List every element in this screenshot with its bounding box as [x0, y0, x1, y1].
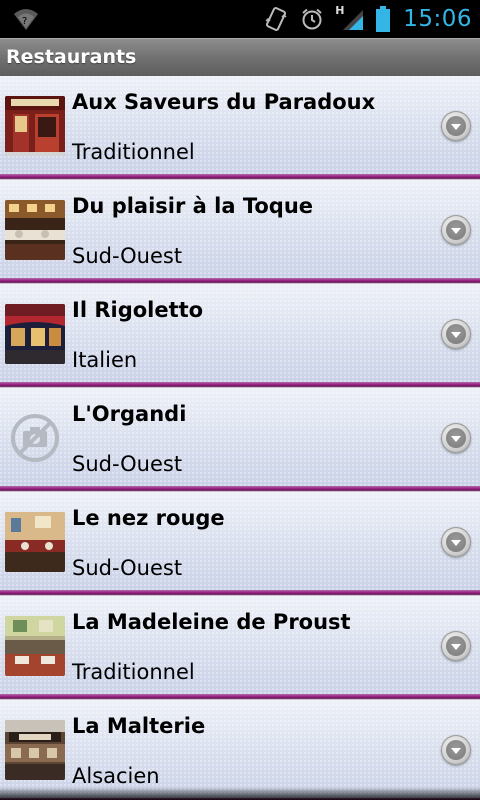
restaurant-thumbnail [5, 304, 65, 364]
alarm-icon [299, 6, 325, 32]
expand-button[interactable] [441, 215, 471, 245]
restaurant-cuisine: Italien [72, 348, 138, 372]
expand-button[interactable] [441, 319, 471, 349]
restaurant-cuisine: Traditionnel [72, 140, 195, 164]
list-item[interactable]: Du plaisir à la Toque Sud-Ouest [0, 180, 480, 284]
status-bar: ? H 15:06 [0, 0, 480, 38]
restaurant-thumbnail [5, 96, 65, 156]
restaurant-cuisine: Sud-Ouest [72, 556, 183, 580]
svg-text:?: ? [22, 16, 27, 27]
restaurant-cuisine: Alsacien [72, 764, 160, 788]
list-item[interactable]: Aux Saveurs du Paradoux Traditionnel [0, 76, 480, 180]
clock: 15:06 [403, 6, 472, 32]
restaurant-name: La Malterie [72, 714, 206, 738]
restaurant-thumbnail [5, 512, 65, 572]
network-type: H [335, 4, 345, 17]
restaurant-cuisine: Traditionnel [72, 660, 195, 684]
restaurant-cuisine: Sud-Ouest [72, 452, 183, 476]
restaurant-name: Le nez rouge [72, 506, 225, 530]
restaurant-list[interactable]: Aux Saveurs du Paradoux Traditionnel Du … [0, 76, 480, 800]
expand-button[interactable] [441, 735, 471, 765]
restaurant-name: Du plaisir à la Toque [72, 194, 314, 218]
no-photo-icon [5, 408, 65, 468]
expand-button[interactable] [441, 111, 471, 141]
restaurant-name: Il Rigoletto [72, 298, 204, 322]
list-item[interactable]: La Malterie Alsacien [0, 700, 480, 800]
vibrate-icon [263, 6, 289, 32]
restaurant-name: Aux Saveurs du Paradoux [72, 90, 376, 114]
restaurant-thumbnail [5, 200, 65, 260]
restaurant-name: L'Organdi [72, 402, 187, 426]
restaurant-name: La Madeleine de Proust [72, 610, 351, 634]
expand-button[interactable] [441, 631, 471, 661]
list-item[interactable]: La Madeleine de Proust Traditionnel [0, 596, 480, 700]
title-bar: Restaurants [0, 38, 480, 76]
restaurant-thumbnail [5, 616, 65, 676]
restaurant-thumbnail [5, 720, 65, 780]
signal-icon: H [335, 4, 365, 32]
battery-icon [375, 6, 391, 32]
list-fade [0, 787, 480, 800]
wifi-icon: ? [12, 6, 40, 32]
list-item[interactable]: Il Rigoletto Italien [0, 284, 480, 388]
expand-button[interactable] [441, 527, 471, 557]
page-title: Restaurants [6, 46, 137, 68]
list-item[interactable]: L'Organdi Sud-Ouest [0, 388, 480, 492]
expand-button[interactable] [441, 423, 471, 453]
list-item[interactable]: Le nez rouge Sud-Ouest [0, 492, 480, 596]
restaurant-cuisine: Sud-Ouest [72, 244, 183, 268]
